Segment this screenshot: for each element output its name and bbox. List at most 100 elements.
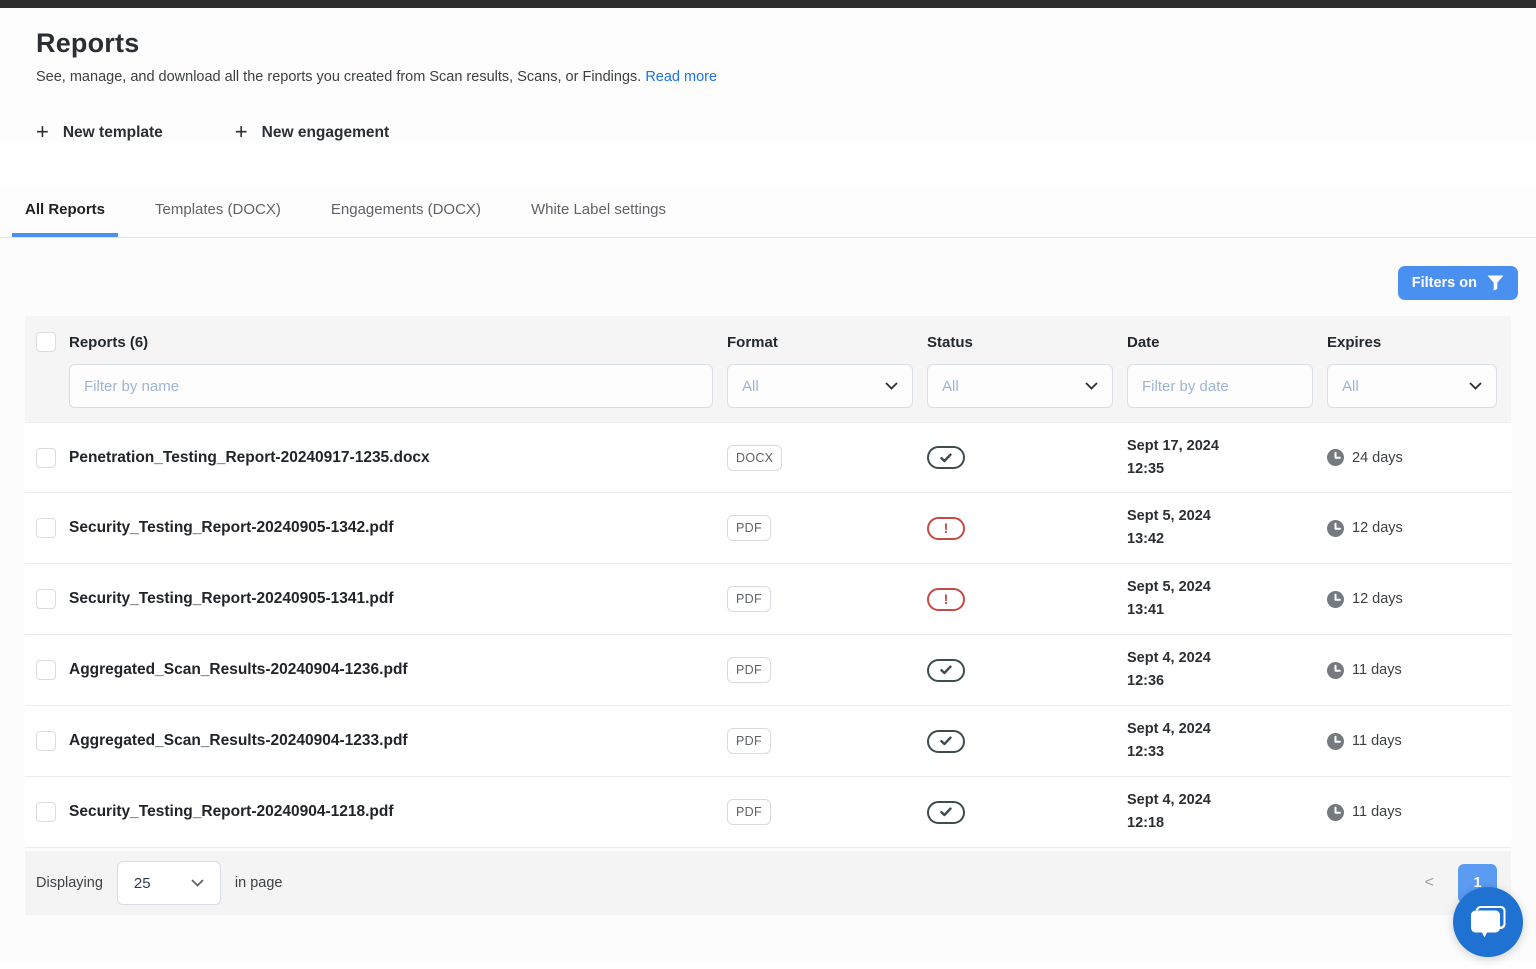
- expires-value: 24 days: [1352, 450, 1403, 466]
- exclamation-icon: !: [944, 592, 949, 606]
- in-page-label: in page: [235, 875, 283, 891]
- report-date: Sept 5, 2024: [1127, 576, 1327, 599]
- chevron-down-icon: [191, 879, 204, 887]
- plus-icon: +: [235, 121, 248, 143]
- report-date: Sept 5, 2024: [1127, 505, 1327, 528]
- row-checkbox[interactable]: [36, 802, 56, 822]
- status-badge[interactable]: !: [927, 446, 965, 469]
- column-header-date: Date: [1127, 334, 1327, 351]
- table-filter-row: All All All: [25, 364, 1511, 408]
- format-badge: DOCX: [727, 445, 782, 471]
- status-badge[interactable]: !: [927, 659, 965, 682]
- page-size-select[interactable]: 25: [117, 861, 221, 905]
- tabs-bar: All Reports Templates (DOCX) Engagements…: [0, 185, 1536, 238]
- clock-icon: [1327, 591, 1344, 608]
- expires-filter-select[interactable]: All: [1327, 364, 1497, 408]
- table-footer: Displaying 25 in page < 1: [25, 851, 1511, 915]
- name-filter-input[interactable]: [69, 364, 713, 408]
- status-badge[interactable]: !: [927, 588, 965, 611]
- report-time: 12:18: [1127, 812, 1327, 835]
- filter-funnel-icon: [1487, 275, 1504, 291]
- clock-icon: [1327, 449, 1344, 466]
- table-header: Reports (6) Format Status Date Expires A…: [25, 316, 1511, 422]
- tab-white-label-settings[interactable]: White Label settings: [518, 185, 679, 237]
- check-icon: [940, 807, 952, 817]
- read-more-link[interactable]: Read more: [645, 69, 717, 85]
- check-icon: [940, 736, 952, 746]
- status-filter-select[interactable]: All: [927, 364, 1113, 408]
- row-checkbox[interactable]: [36, 518, 56, 538]
- row-checkbox[interactable]: [36, 660, 56, 680]
- report-time: 13:41: [1127, 599, 1327, 622]
- table-body: Penetration_Testing_Report-20240917-1235…: [25, 422, 1511, 848]
- report-date: Sept 4, 2024: [1127, 718, 1327, 741]
- check-icon: [940, 453, 952, 463]
- report-date: Sept 4, 2024: [1127, 647, 1327, 670]
- expires-value: 11 days: [1352, 804, 1402, 820]
- report-file-name: Security_Testing_Report-20240904-1218.pd…: [69, 803, 727, 821]
- reports-table: Reports (6) Format Status Date Expires A…: [25, 316, 1511, 915]
- table-row[interactable]: Penetration_Testing_Report-20240917-1235…: [25, 422, 1511, 493]
- column-header-format: Format: [727, 334, 927, 351]
- column-header-status: Status: [927, 334, 1127, 351]
- table-row[interactable]: Security_Testing_Report-20240905-1341.pd…: [25, 564, 1511, 635]
- row-checkbox[interactable]: [36, 731, 56, 751]
- chat-bubble-icon: [1469, 904, 1507, 940]
- format-filter-value: All: [742, 378, 759, 395]
- plus-icon: +: [36, 121, 49, 143]
- page-title: Reports: [36, 28, 1500, 59]
- report-file-name: Security_Testing_Report-20240905-1342.pd…: [69, 519, 727, 537]
- table-row[interactable]: Security_Testing_Report-20240904-1218.pd…: [25, 777, 1511, 848]
- clock-icon: [1327, 520, 1344, 537]
- tab-all-reports[interactable]: All Reports: [12, 185, 118, 237]
- report-file-name: Aggregated_Scan_Results-20240904-1233.pd…: [69, 732, 727, 750]
- tab-templates-docx[interactable]: Templates (DOCX): [142, 185, 294, 237]
- row-checkbox[interactable]: [36, 589, 56, 609]
- column-header-reports: Reports (6): [69, 334, 727, 351]
- filters-on-label: Filters on: [1412, 275, 1477, 291]
- main-content: Filters on Reports (6) Format Status Dat…: [0, 238, 1536, 961]
- table-header-labels: Reports (6) Format Status Date Expires: [25, 330, 1511, 364]
- expires-filter-value: All: [1342, 378, 1359, 395]
- column-header-expires: Expires: [1327, 334, 1511, 351]
- filters-on-button[interactable]: Filters on: [1398, 266, 1518, 300]
- report-file-name: Penetration_Testing_Report-20240917-1235…: [69, 449, 727, 467]
- page-header: Reports See, manage, and download all th…: [0, 8, 1536, 85]
- expires-value: 12 days: [1352, 520, 1403, 536]
- top-window-bar: [0, 0, 1536, 8]
- date-filter-input[interactable]: [1127, 364, 1313, 408]
- clock-icon: [1327, 804, 1344, 821]
- table-row[interactable]: Aggregated_Scan_Results-20240904-1236.pd…: [25, 635, 1511, 706]
- table-row[interactable]: Security_Testing_Report-20240905-1342.pd…: [25, 493, 1511, 564]
- status-badge[interactable]: !: [927, 517, 965, 540]
- new-template-label: New template: [63, 124, 163, 142]
- row-checkbox[interactable]: [36, 448, 56, 468]
- format-filter-select[interactable]: All: [727, 364, 913, 408]
- report-date: Sept 4, 2024: [1127, 789, 1327, 812]
- clock-icon: [1327, 662, 1344, 679]
- chevron-down-icon: [1469, 382, 1482, 390]
- actions-row: + New template + New engagement: [0, 85, 1536, 143]
- new-engagement-button[interactable]: + New engagement: [235, 123, 389, 143]
- report-time: 12:36: [1127, 670, 1327, 693]
- page-subtitle: See, manage, and download all the report…: [36, 69, 1500, 85]
- tab-engagements-docx[interactable]: Engagements (DOCX): [318, 185, 494, 237]
- format-badge: PDF: [727, 728, 771, 754]
- status-badge[interactable]: !: [927, 730, 965, 753]
- format-badge: PDF: [727, 586, 771, 612]
- report-time: 13:42: [1127, 528, 1327, 551]
- status-badge[interactable]: !: [927, 801, 965, 824]
- expires-value: 12 days: [1352, 591, 1403, 607]
- new-template-button[interactable]: + New template: [36, 123, 163, 143]
- expires-value: 11 days: [1352, 733, 1402, 749]
- report-time: 12:33: [1127, 741, 1327, 764]
- status-filter-value: All: [942, 378, 959, 395]
- previous-page-arrow[interactable]: <: [1425, 874, 1434, 892]
- report-file-name: Aggregated_Scan_Results-20240904-1236.pd…: [69, 661, 727, 679]
- chat-widget-button[interactable]: [1453, 887, 1523, 957]
- select-all-checkbox[interactable]: [36, 332, 56, 352]
- chevron-down-icon: [885, 382, 898, 390]
- table-row[interactable]: Aggregated_Scan_Results-20240904-1233.pd…: [25, 706, 1511, 777]
- check-icon: [940, 665, 952, 675]
- new-engagement-label: New engagement: [262, 124, 389, 142]
